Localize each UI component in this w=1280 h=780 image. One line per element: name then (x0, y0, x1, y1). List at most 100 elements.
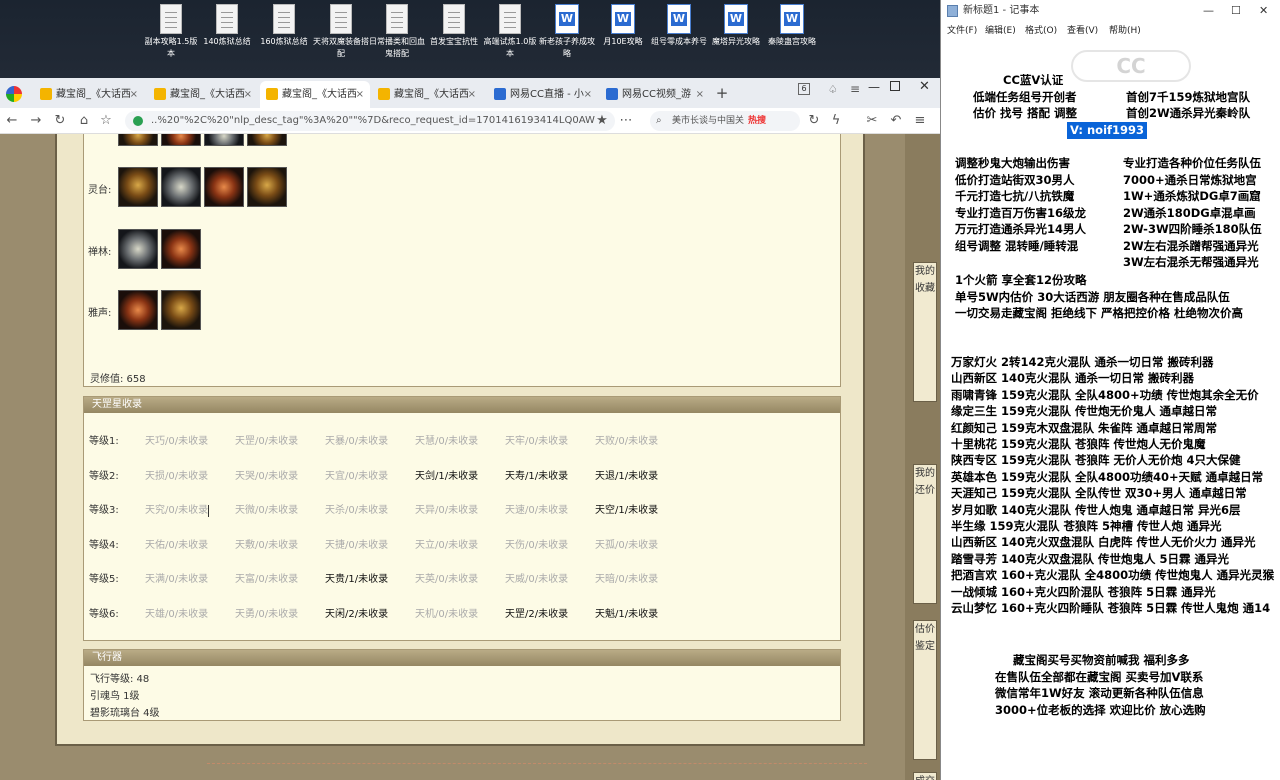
right-nav-1[interactable]: 我的还价 (913, 464, 937, 604)
star-cell[interactable]: 天魁/1/未收录 (595, 608, 658, 622)
star-cell[interactable]: 天败/0/未收录 (595, 435, 658, 449)
star-cell[interactable]: 天异/0/未收录 (415, 504, 478, 518)
close-button[interactable]: ✕ (919, 79, 930, 94)
desktop-icon[interactable]: 日常播类和回血鬼搭配 (368, 4, 426, 60)
tab-close-icon[interactable]: × (130, 81, 138, 108)
desktop-icon[interactable]: 天将双魔装备搭配 (312, 4, 370, 60)
star-cell[interactable]: 天闲/2/未收录 (325, 608, 388, 622)
tab-close-icon[interactable]: × (696, 81, 704, 108)
lightning-icon[interactable]: ϟ (828, 112, 844, 130)
menu-icon[interactable]: ≡ (850, 82, 860, 96)
item-icon[interactable] (118, 134, 158, 146)
desktop-icon[interactable]: 首发宝宝抗性 (425, 4, 483, 48)
minimize-button[interactable]: — (868, 80, 880, 94)
browser-logo-icon[interactable] (6, 86, 22, 102)
np-minimize-button[interactable]: — (1203, 0, 1214, 22)
notepad-text-area[interactable]: CC CC蓝V认证 低端任务组号开创者 首创7千159炼狱地宫队 估价 找号 搭配 调… (941, 40, 1280, 780)
menu-item[interactable]: 帮助(H) (1109, 22, 1141, 40)
star-cell[interactable]: 天立/0/未收录 (415, 539, 478, 553)
item-icon[interactable] (161, 290, 201, 330)
tab-0[interactable]: 藏宝阁_《大话西 × (34, 81, 144, 108)
menu-item[interactable]: 查看(V) (1067, 22, 1098, 40)
np-close-button[interactable]: ✕ (1259, 0, 1268, 22)
star-cell[interactable]: 天伤/0/未收录 (505, 539, 568, 553)
star-cell[interactable]: 天孤/0/未收录 (595, 539, 658, 553)
item-icon[interactable] (161, 134, 201, 146)
home-icon[interactable]: ⌂ (76, 112, 92, 130)
tab-close-icon[interactable]: × (356, 81, 364, 108)
star-cell[interactable]: 天损/0/未收录 (145, 470, 208, 484)
tab-close-icon[interactable]: × (244, 81, 252, 108)
tab-close-icon[interactable]: × (468, 81, 476, 108)
star-cell[interactable]: 天空/1/未收录 (595, 504, 658, 518)
star-cell[interactable]: 天罡/0/未收录 (235, 435, 298, 449)
bookmark-icon[interactable]: ☆ (98, 112, 114, 130)
desktop-icon[interactable]: 160炼狱总结 (255, 4, 313, 48)
undo-icon[interactable]: ↶ (888, 112, 904, 130)
item-icon[interactable] (247, 134, 287, 146)
tab-count-badge[interactable]: 6 (798, 83, 810, 95)
star-cell[interactable]: 天英/0/未收录 (415, 573, 478, 587)
star-cell[interactable]: 天微/0/未收录 (235, 504, 298, 518)
star-cell[interactable]: 天罡/2/未收录 (505, 608, 568, 622)
star-cell[interactable]: 天贵/1/未收录 (325, 573, 388, 587)
menu-item[interactable]: 编辑(E) (985, 22, 1016, 40)
star-cell[interactable]: 天暗/0/未收录 (595, 573, 658, 587)
tab-close-icon[interactable]: × (584, 81, 592, 108)
more-icon[interactable]: ⋯ (618, 112, 634, 130)
item-icon[interactable] (161, 167, 201, 207)
scissors-icon[interactable]: ✂ (864, 112, 880, 130)
star-cell[interactable]: 天剑/1/未收录 (415, 470, 478, 484)
star-cell[interactable]: 天寿/1/未收录 (505, 470, 568, 484)
star-cell[interactable]: 天杀/0/未收录 (325, 504, 388, 518)
search-box[interactable]: ⌕ 美市长谈与中国关 热搜 (650, 111, 800, 131)
star-cell[interactable]: 天富/0/未收录 (235, 573, 298, 587)
desktop-icon[interactable]: 140炼狱总结 (198, 4, 256, 48)
right-nav-2[interactable]: 估价鉴定 (913, 620, 937, 760)
item-icon[interactable] (161, 229, 201, 269)
desktop-icon[interactable]: W 新老孩子养成攻略 (538, 4, 596, 60)
star-cell[interactable]: 天退/1/未收录 (595, 470, 658, 484)
star-cell[interactable]: 天佑/0/未收录 (145, 539, 208, 553)
item-icon[interactable] (204, 167, 244, 207)
desktop-icon[interactable]: W 秦陵蛊宫攻略 (763, 4, 821, 48)
star-cell[interactable]: 天究/0/未收录 (145, 504, 208, 518)
star-cell[interactable]: 天敷/0/未收录 (235, 539, 298, 553)
star-cell[interactable]: 天捷/0/未收录 (325, 539, 388, 553)
desktop-icon[interactable]: 副本攻略1.5版本 (142, 4, 200, 60)
star-cell[interactable]: 天勇/0/未收录 (235, 608, 298, 622)
hamburger-icon[interactable]: ≡ (912, 112, 928, 130)
right-nav-0[interactable]: 我的收藏 (913, 262, 937, 402)
star-cell[interactable]: 天暴/0/未收录 (325, 435, 388, 449)
hot-search-label[interactable]: 热搜 (748, 116, 766, 126)
star-cell[interactable]: 天慧/0/未收录 (415, 435, 478, 449)
back-icon[interactable]: ← (4, 112, 20, 130)
reload-icon[interactable]: ↻ (52, 112, 68, 130)
forward-icon[interactable]: → (28, 112, 44, 130)
item-icon[interactable] (118, 229, 158, 269)
desktop-icon[interactable]: W 月10E攻略 (594, 4, 652, 48)
star-cell[interactable]: 天牢/0/未收录 (505, 435, 568, 449)
menu-item[interactable]: 格式(O) (1025, 22, 1057, 40)
star-cell[interactable]: 天巧/0/未收录 (145, 435, 208, 449)
maximize-button[interactable] (890, 81, 900, 91)
np-maximize-button[interactable]: ☐ (1231, 0, 1241, 22)
item-icon[interactable] (247, 167, 287, 207)
desktop-icon[interactable]: W 魔塔异光攻略 (707, 4, 765, 48)
item-icon[interactable] (204, 134, 244, 146)
star-icon[interactable]: ★ (594, 112, 610, 130)
item-icon[interactable] (118, 290, 158, 330)
refresh-icon[interactable]: ↻ (806, 112, 822, 130)
star-cell[interactable]: 天机/0/未收录 (415, 608, 478, 622)
star-cell[interactable]: 天速/0/未收录 (505, 504, 568, 518)
right-nav-3[interactable]: 成交查询 (913, 772, 937, 780)
star-cell[interactable]: 天哭/0/未收录 (235, 470, 298, 484)
star-cell[interactable]: 天雄/0/未收录 (145, 608, 208, 622)
skin-icon[interactable]: ♤ (828, 83, 838, 96)
desktop-icon[interactable]: W 组号零成本养号 (650, 4, 708, 48)
tab-4[interactable]: 网易CC直播 - 小 × (488, 81, 598, 108)
star-cell[interactable]: 天宜/0/未收录 (325, 470, 388, 484)
menu-item[interactable]: 文件(F) (947, 22, 977, 40)
desktop-icon[interactable]: 高端试炼1.0版本 (481, 4, 539, 60)
star-cell[interactable]: 天满/0/未收录 (145, 573, 208, 587)
